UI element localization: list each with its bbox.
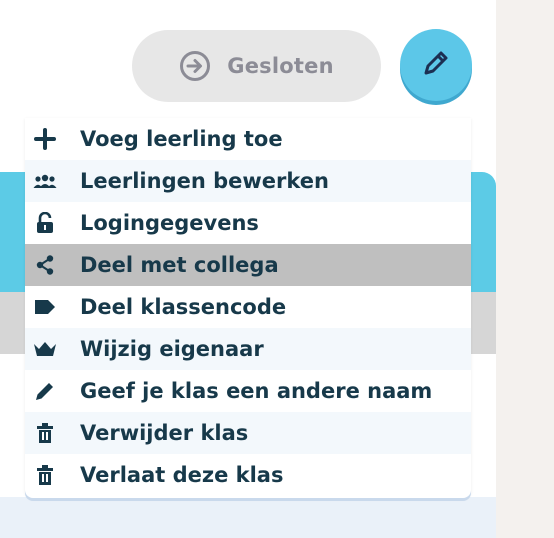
menu-item-label: Leerlingen bewerken <box>80 169 329 193</box>
trash-icon <box>25 454 65 496</box>
menu-item-label: Geef je klas een andere naam <box>80 379 433 403</box>
tag-icon <box>25 286 65 328</box>
menu-item-delete-class[interactable]: Verwijder klas <box>25 412 471 454</box>
pencil-icon <box>25 370 65 412</box>
menu-item-label: Wijzig eigenaar <box>80 337 264 361</box>
page-margin <box>496 0 554 538</box>
menu-item-label: Verwijder klas <box>80 421 249 445</box>
menu-item-add-student[interactable]: Voeg leerling toe <box>25 118 471 160</box>
arrow-right-circle-icon <box>179 50 211 82</box>
menu-item-edit-students[interactable]: Leerlingen bewerken <box>25 160 471 202</box>
menu-item-share-colleague[interactable]: Deel met collega <box>25 244 471 286</box>
unlock-icon <box>25 202 65 244</box>
menu-item-label: Deel met collega <box>80 253 279 277</box>
trash-icon <box>25 412 65 454</box>
menu-item-label: Voeg leerling toe <box>80 127 283 151</box>
menu-item-label: Verlaat deze klas <box>80 463 284 487</box>
class-header-card: Gesloten <box>0 0 496 128</box>
status-label: Gesloten <box>227 54 334 78</box>
menu-item-rename-class[interactable]: Geef je klas een andere naam <box>25 370 471 412</box>
class-options-menu: Voeg leerling toe Leerlingen bewerken Lo… <box>25 118 471 498</box>
menu-item-change-owner[interactable]: Wijzig eigenaar <box>25 328 471 370</box>
share-icon <box>25 244 65 286</box>
users-icon <box>25 160 65 202</box>
menu-item-label: Deel klassencode <box>80 295 287 319</box>
edit-class-button[interactable] <box>400 29 472 101</box>
pencil-icon <box>419 46 453 84</box>
status-toggle-button[interactable]: Gesloten <box>132 30 381 102</box>
menu-item-login-details[interactable]: Logingegevens <box>25 202 471 244</box>
menu-item-leave-class[interactable]: Verlaat deze klas <box>25 454 471 496</box>
content-area <box>0 497 496 538</box>
menu-item-label: Logingegevens <box>80 211 259 235</box>
plus-icon <box>25 118 65 160</box>
menu-item-share-class-code[interactable]: Deel klassencode <box>25 286 471 328</box>
crown-icon <box>25 328 65 370</box>
